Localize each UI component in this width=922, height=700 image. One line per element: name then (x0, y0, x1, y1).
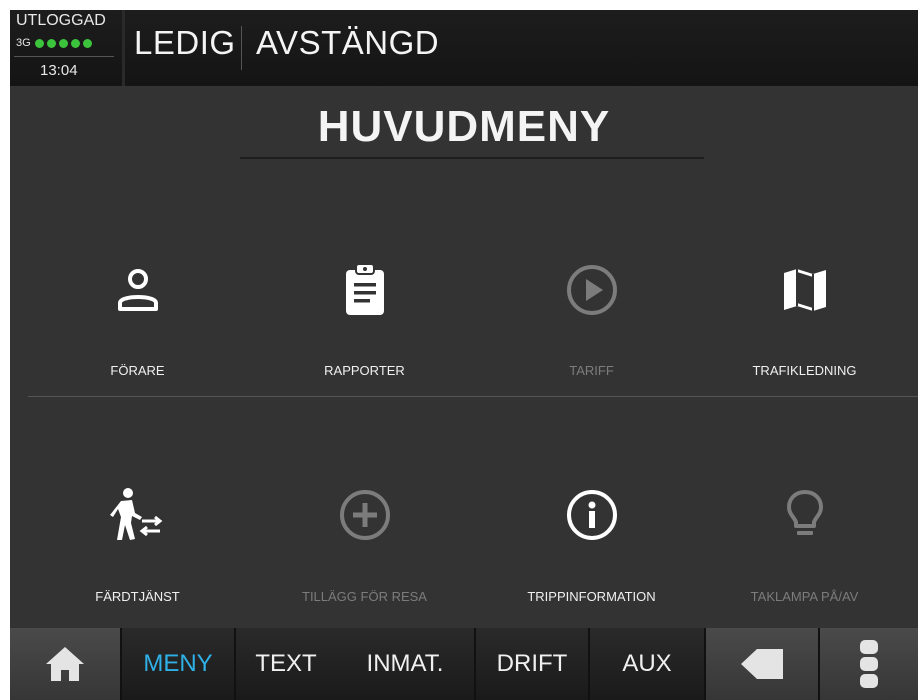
clipboard-icon (251, 260, 478, 320)
menu-item-tariff[interactable]: TARIFF (478, 250, 705, 450)
title-underline (240, 157, 704, 159)
bottom-navigation: MENY TEXT INMAT. DRIFT AUX (10, 628, 918, 700)
home-button[interactable] (10, 628, 122, 700)
clock-time: 13:04 (40, 62, 78, 79)
vehicle-state-secondary: AVSTÄNGD (256, 24, 440, 61)
plus-circle-icon (251, 485, 478, 545)
network-indicator: 3G (16, 37, 92, 49)
header-divider (241, 26, 242, 70)
menu-item-rapporter[interactable]: RAPPORTER (251, 250, 478, 450)
vehicle-state-primary: LEDIG (134, 24, 236, 61)
menu-item-label: TAKLAMPA PÅ/AV (750, 589, 859, 604)
menu-item-label: TILLÄGG FÖR RESA (302, 589, 427, 604)
network-type: 3G (16, 37, 31, 49)
more-options-button[interactable] (820, 628, 918, 700)
page-title: HUVUDMENY (317, 102, 611, 151)
back-arrow-icon (741, 649, 783, 679)
menu-item-forare[interactable]: FÖRARE (24, 250, 251, 450)
play-circle-icon (478, 260, 705, 320)
menu-item-label: TARIFF (569, 363, 614, 378)
menu-item-label: RAPPORTER (324, 363, 405, 378)
taxi-meter-screen: UTLOGGAD 3G 13:04 LEDIG AVSTÄNGD HUVUDME… (10, 10, 918, 700)
menu-item-trafikledning[interactable]: TRAFIKLEDNING (691, 250, 918, 450)
status-header: UTLOGGAD 3G 13:04 LEDIG AVSTÄNGD (10, 10, 918, 86)
tab-aux[interactable]: AUX (590, 628, 706, 700)
map-icon (691, 260, 918, 320)
row-divider (28, 396, 918, 397)
walker-transfer-icon (24, 485, 251, 545)
menu-item-label: FÖRARE (110, 363, 165, 378)
login-status: UTLOGGAD (16, 12, 106, 29)
home-icon (46, 647, 84, 681)
person-icon (24, 260, 251, 320)
tab-meny[interactable]: MENY (122, 628, 236, 700)
tab-drift[interactable]: DRIFT (476, 628, 590, 700)
back-button[interactable] (706, 628, 820, 700)
menu-item-label: TRIPPINFORMATION (527, 589, 656, 604)
status-box[interactable]: UTLOGGAD 3G 13:04 (10, 10, 125, 86)
menu-item-label: FÄRDTJÄNST (95, 589, 180, 604)
lightbulb-icon (691, 485, 918, 545)
tab-text[interactable]: TEXT (236, 628, 336, 700)
menu-item-label: TRAFIKLEDNING (752, 363, 857, 378)
signal-strength-icon (34, 38, 92, 48)
more-vertical-icon (860, 640, 878, 688)
tab-inmat[interactable]: INMAT. (336, 628, 476, 700)
info-circle-icon (478, 485, 705, 545)
